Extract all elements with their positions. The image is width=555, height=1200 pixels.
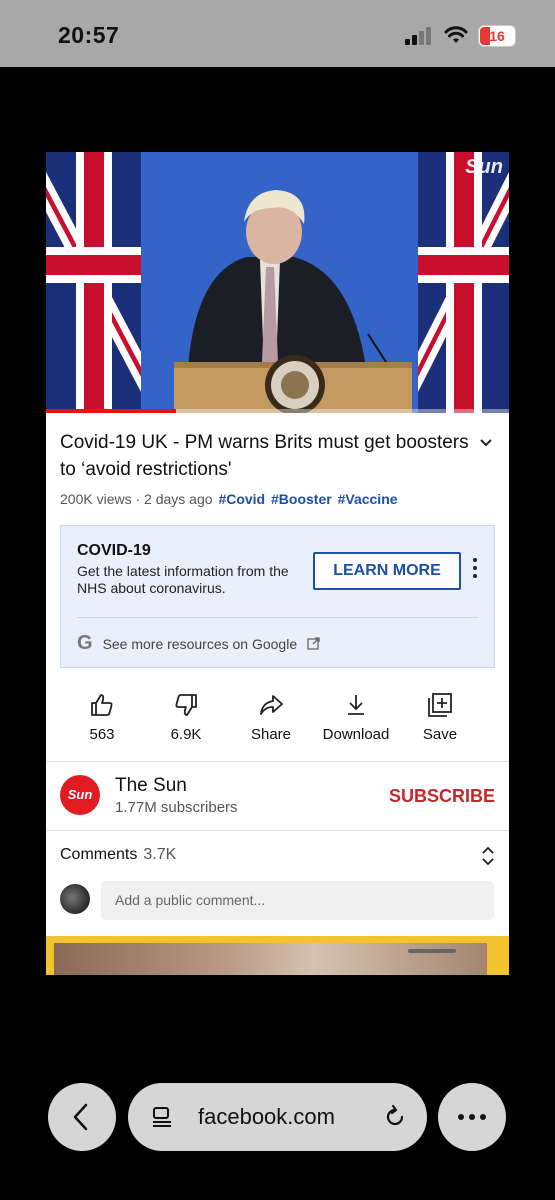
video-meta: 200K views · 2 days ago #Covid #Booster … [60, 491, 398, 507]
more-options-icon[interactable] [471, 558, 479, 580]
youtube-screenshot: Sun Covid-19 UK - PM warns Brits must ge… [46, 152, 509, 975]
status-time: 20:57 [58, 22, 120, 48]
learn-more-button[interactable]: LEARN MORE [313, 552, 461, 590]
expand-collapse-icon[interactable] [481, 846, 495, 866]
reload-icon[interactable] [382, 1104, 408, 1130]
preview-thumbnail [54, 943, 487, 975]
cellular-signal-icon [405, 27, 431, 45]
video-frame-image [46, 152, 509, 413]
union-flag-left [46, 152, 141, 413]
divider [46, 761, 509, 762]
sun-watermark: Sun [465, 156, 503, 178]
video-title[interactable]: Covid-19 UK - PM warns Brits must get bo… [60, 429, 480, 483]
comments-label: Comments [60, 846, 138, 863]
google-icon: G [77, 632, 93, 654]
video-player[interactable]: Sun [46, 152, 509, 413]
comment-input[interactable]: Add a public comment... [101, 881, 494, 920]
upload-date: 2 days ago [144, 491, 213, 507]
covid-heading: COVID-19 [77, 542, 151, 559]
union-flag-right [418, 152, 509, 413]
address-bar[interactable]: facebook.com [128, 1083, 427, 1151]
save-to-playlist-icon [428, 693, 452, 717]
dislike-button[interactable]: 6.9K [141, 692, 231, 744]
hashtag-link[interactable]: #Booster [271, 491, 332, 507]
battery-level: 16 [489, 28, 505, 44]
wifi-icon [444, 26, 468, 43]
channel-name[interactable]: The Sun [115, 775, 187, 797]
channel-avatar[interactable]: Sun [60, 775, 100, 815]
save-button[interactable]: Save [395, 692, 485, 744]
share-button[interactable]: Share [226, 692, 316, 744]
chevron-left-icon [73, 1103, 88, 1131]
thumbs-down-icon [175, 694, 197, 716]
chevron-down-icon[interactable] [479, 436, 493, 450]
url-text[interactable]: facebook.com [198, 1104, 335, 1130]
more-menu-button[interactable] [438, 1083, 506, 1151]
thumbs-up-icon [91, 694, 113, 716]
like-button[interactable]: 563 [57, 692, 147, 744]
view-count: 200K views [60, 491, 132, 507]
subscriber-count: 1.77M subscribers [115, 799, 238, 816]
drag-handle[interactable] [408, 949, 456, 953]
status-bar: 20:57 16 [0, 0, 555, 67]
external-link-icon [307, 637, 320, 650]
hashtag-link[interactable]: #Vaccine [338, 491, 398, 507]
video-progress-bar[interactable] [46, 409, 176, 413]
dislike-count: 6.9K [170, 726, 202, 743]
back-button[interactable] [48, 1083, 116, 1151]
download-icon [348, 695, 364, 715]
download-label: Download [322, 726, 390, 743]
next-content-preview[interactable] [46, 936, 509, 975]
download-button[interactable]: Download [311, 692, 401, 744]
comments-count: 3.7K [143, 846, 177, 863]
hashtag-link[interactable]: #Covid [218, 491, 265, 507]
panel-divider [77, 617, 478, 618]
covid-text: Get the latest information from the NHS … [77, 563, 289, 596]
covid-info-panel: COVID-19 Get the latest information from… [60, 525, 495, 668]
subscribe-button[interactable]: SUBSCRIBE [389, 786, 495, 807]
page-menu-icon[interactable] [150, 1105, 174, 1129]
like-count: 563 [89, 726, 115, 743]
share-icon [260, 695, 283, 715]
save-label: Save [422, 726, 458, 743]
action-bar: 563 6.9K Share Download Save [46, 692, 509, 752]
google-resources-label: See more resources on Google [102, 635, 298, 652]
comments-header[interactable]: Comments 3.7K [60, 846, 176, 864]
divider [46, 830, 509, 831]
ellipsis-icon [458, 1114, 486, 1120]
google-resources-link[interactable]: G See more resources on Google [77, 632, 320, 655]
user-avatar [60, 884, 90, 914]
share-label: Share [250, 726, 292, 743]
battery-icon: 16 [478, 25, 516, 47]
